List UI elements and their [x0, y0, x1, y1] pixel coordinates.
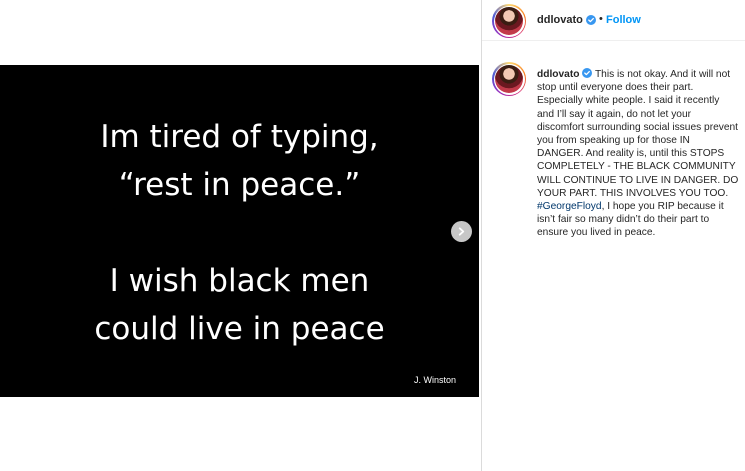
caption-avatar-image — [495, 65, 523, 93]
next-slide-button[interactable] — [451, 221, 472, 242]
verified-badge-icon — [582, 68, 593, 78]
image-credit: J. Winston — [414, 375, 457, 385]
image-text-line-4: could live in peace — [94, 311, 385, 347]
post-image[interactable]: Im tired of typing, “rest in peace.” I w… — [0, 65, 479, 397]
hashtag-link[interactable]: #GeorgeFloyd — [537, 201, 602, 212]
post-details-pane: ddlovato • Follow ddlovato This is not o… — [481, 0, 745, 471]
header-separator: • — [599, 13, 603, 25]
caption-avatar[interactable] — [492, 62, 526, 96]
verified-badge-icon — [586, 15, 596, 25]
caption-text: This is not okay. And it will not stop u… — [537, 69, 739, 199]
header-username-link[interactable]: ddlovato — [537, 14, 583, 26]
avatar-image — [495, 7, 523, 35]
image-text-line-2: “rest in peace.” — [118, 167, 361, 203]
post-media-pane: Im tired of typing, “rest in peace.” I w… — [0, 0, 481, 471]
post-header: ddlovato • Follow — [482, 0, 745, 41]
chevron-right-icon — [458, 227, 465, 236]
avatar[interactable] — [492, 4, 526, 38]
image-text-line-3: I wish black men — [109, 263, 370, 299]
image-text-line-1: Im tired of typing, — [100, 119, 379, 155]
caption-username-link[interactable]: ddlovato — [537, 69, 579, 80]
post-caption: ddlovato This is not okay. And it will n… — [537, 68, 739, 240]
follow-button[interactable]: Follow — [606, 14, 641, 26]
